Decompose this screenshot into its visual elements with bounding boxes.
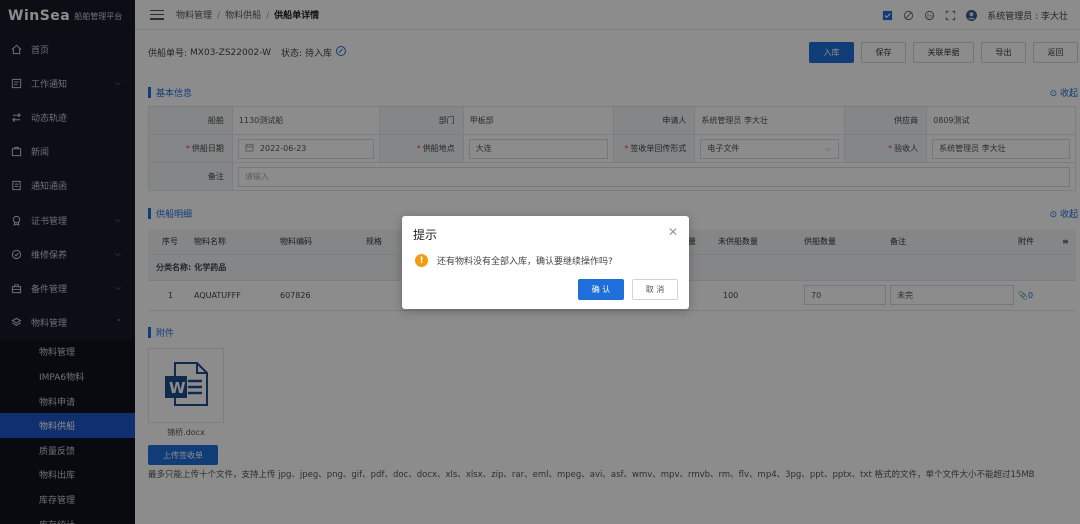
cancel-button[interactable]: 取 消 bbox=[632, 279, 678, 300]
dialog-body: ! 还有物料没有全部入库，确认要继续操作吗? bbox=[415, 254, 613, 267]
warning-icon: ! bbox=[415, 254, 428, 267]
close-icon[interactable]: ✕ bbox=[668, 225, 678, 239]
dialog-message: 还有物料没有全部入库，确认要继续操作吗? bbox=[437, 257, 613, 267]
dialog-title: 提示 bbox=[413, 228, 438, 242]
confirm-dialog: 提示 ✕ ! 还有物料没有全部入库，确认要继续操作吗? 确 认 取 消 bbox=[402, 216, 689, 309]
confirm-button[interactable]: 确 认 bbox=[578, 279, 624, 300]
